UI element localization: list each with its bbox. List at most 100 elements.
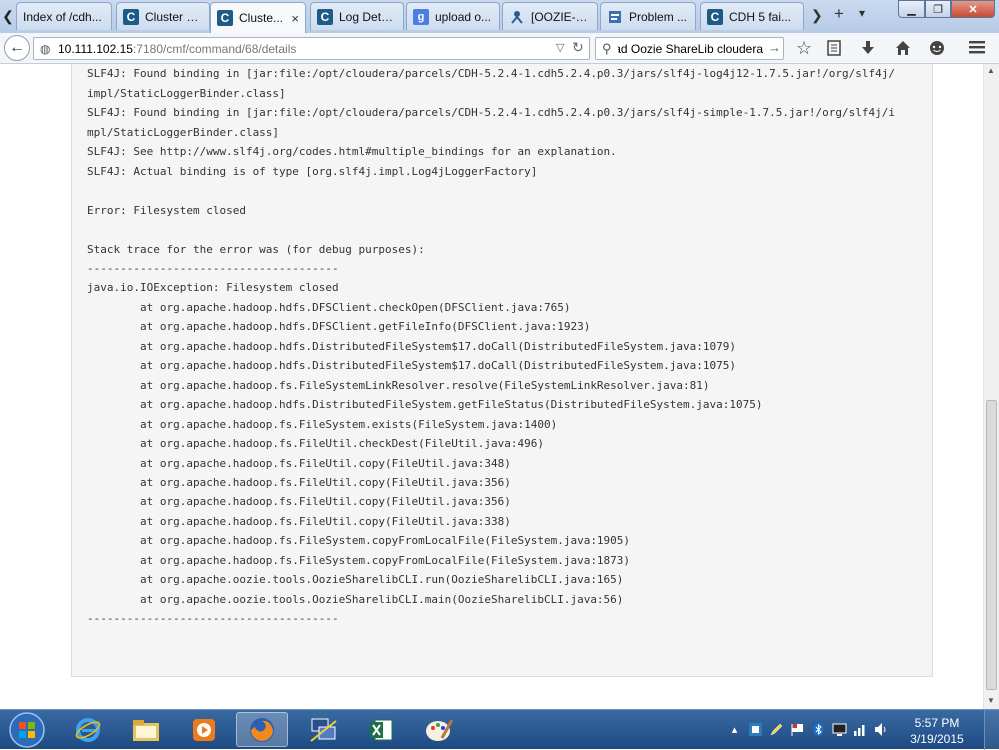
scroll-up-icon[interactable]: ▲	[987, 66, 995, 75]
close-window-button[interactable]: ✕	[951, 0, 995, 18]
start-button[interactable]	[3, 711, 51, 749]
taskbar-internet-explorer[interactable]	[62, 712, 114, 747]
url-path: :7180/cmf/command/68/details	[132, 42, 297, 56]
paint-icon	[426, 718, 454, 741]
log-line: at org.apache.hadoop.fs.FileUtil.copy(Fi…	[87, 514, 511, 528]
log-line: impl/StaticLoggerBinder.class]	[87, 86, 286, 100]
tab-list-icon[interactable]: ▾	[859, 6, 865, 20]
log-line: SLF4J: Actual binding is of type [org.sl…	[87, 164, 538, 178]
search-input[interactable]: Upload Oozie ShareLib cloudera	[618, 42, 763, 56]
network-icon	[310, 718, 337, 742]
flag-icon[interactable]	[790, 722, 805, 737]
file-explorer-icon	[133, 719, 159, 741]
tab-title: Cluster S...	[145, 9, 203, 24]
tab-title: Log Detai...	[339, 9, 397, 24]
home-icon[interactable]	[895, 40, 911, 61]
taskbar-media-player[interactable]	[178, 712, 230, 747]
url-text[interactable]: 10.111.102.15:7180/cmf/command/68/detail…	[58, 42, 296, 56]
minimize-button[interactable]: ▁	[898, 0, 925, 18]
cloudera-icon: C	[217, 10, 233, 26]
url-bar[interactable]: ◍ 10.111.102.15:7180/cmf/command/68/deta…	[33, 37, 590, 60]
tab-2-active[interactable]: C Cluste... ×	[210, 2, 306, 33]
menu-icon[interactable]	[969, 40, 985, 59]
close-icon[interactable]: ×	[291, 11, 299, 26]
log-line: at org.apache.hadoop.hdfs.DFSClient.chec…	[87, 300, 571, 314]
cloudera-icon: C	[123, 8, 139, 25]
tab-5[interactable]: [OOZIE-1...	[502, 2, 598, 30]
log-line: Error: Filesystem closed	[87, 203, 246, 217]
tab-scroll-left-icon[interactable]: ❮	[0, 3, 16, 29]
log-line: mpl/StaticLoggerBinder.class]	[87, 125, 280, 139]
globe-icon: ◍	[40, 42, 51, 56]
forum-icon	[607, 9, 623, 25]
show-desktop-button[interactable]	[984, 710, 999, 750]
taskbar-paint[interactable]	[413, 712, 465, 747]
bookmarks-list-icon[interactable]	[827, 40, 841, 61]
log-line: java.io.IOException: Filesystem closed	[87, 281, 339, 295]
search-bar[interactable]: ⚲ Upload Oozie ShareLib cloudera →	[595, 37, 784, 60]
maximize-button[interactable]: ❐	[925, 0, 951, 18]
internet-explorer-icon	[75, 717, 101, 742]
log-line: --------------------------------------	[87, 612, 339, 626]
tab-0[interactable]: Index of /cdh...	[16, 2, 112, 30]
navigation-bar: ← ◍ 10.111.102.15:7180/cmf/command/68/de…	[0, 33, 999, 64]
taskbar-excel[interactable]	[355, 712, 407, 747]
log-line: at org.apache.hadoop.fs.FileUtil.checkDe…	[87, 437, 544, 451]
chevron-up-icon[interactable]: ▴	[727, 722, 742, 737]
reload-icon[interactable]: ↻	[572, 39, 584, 56]
tab-title: CDH 5 fai...	[729, 9, 792, 24]
vertical-scrollbar[interactable]: ▲ ▼	[983, 64, 999, 709]
back-button[interactable]: ←	[4, 35, 30, 61]
tab-title: upload o...	[435, 9, 492, 24]
log-line: at org.apache.hadoop.fs.FileSystemLinkRe…	[87, 378, 710, 392]
command-details-panel: SLF4J: Class path contains multiple SLF4…	[71, 64, 933, 677]
taskbar-network[interactable]	[297, 712, 349, 747]
log-line: at org.apache.hadoop.fs.FileSystem.copyF…	[87, 534, 631, 548]
log-output: SLF4J: Class path contains multiple SLF4…	[85, 64, 919, 665]
tab-title: Problem ...	[629, 9, 688, 24]
jira-icon	[509, 9, 525, 25]
scroll-thumb[interactable]	[986, 400, 997, 690]
log-line: at org.apache.oozie.tools.OozieSharelibC…	[87, 592, 624, 606]
log-line: at org.apache.oozie.tools.OozieSharelibC…	[87, 573, 624, 587]
new-tab-button[interactable]: +	[834, 4, 844, 24]
tab-scroll-right-icon[interactable]: ❯	[811, 7, 823, 24]
cloudera-icon: C	[707, 8, 723, 25]
tab-7[interactable]: C CDH 5 fai...	[700, 2, 804, 30]
speaker-icon[interactable]	[874, 722, 889, 737]
firefox-icon	[250, 717, 274, 742]
chat-icon[interactable]	[929, 40, 945, 61]
tab-4[interactable]: g upload o...	[406, 2, 500, 30]
tab-3[interactable]: C Log Detai...	[310, 2, 404, 30]
log-line: at org.apache.hadoop.fs.FileUtil.copy(Fi…	[87, 475, 511, 489]
display-icon[interactable]	[832, 722, 847, 737]
dropdown-icon[interactable]: ▽	[556, 41, 564, 54]
windows-taskbar: ▴ 5:57 PM 3/19/2015	[0, 709, 999, 750]
log-line: at org.apache.hadoop.hdfs.DFSClient.getF…	[87, 320, 591, 334]
log-line: at org.apache.hadoop.fs.FileUtil.copy(Fi…	[87, 495, 511, 509]
taskbar-file-explorer[interactable]	[120, 712, 172, 747]
log-line: Stack trace for the error was (for debug…	[87, 242, 425, 256]
clock-date[interactable]: 3/19/2015	[907, 732, 967, 746]
bluetooth-icon[interactable]	[811, 722, 826, 737]
tab-title: [OOZIE-1...	[531, 9, 591, 24]
pen-icon[interactable]	[769, 722, 784, 737]
clock-time[interactable]: 5:57 PM	[907, 716, 967, 730]
download-icon[interactable]	[861, 40, 875, 61]
tab-1[interactable]: C Cluster S...	[116, 2, 210, 30]
log-text: SLF4J: Class path contains multiple SLF4…	[87, 64, 895, 629]
arrow-right-icon[interactable]: →	[768, 40, 781, 55]
cloudera-tray-icon[interactable]	[748, 722, 763, 737]
log-line: at org.apache.hadoop.hdfs.DistributedFil…	[87, 398, 763, 412]
tab-strip: ❮ Index of /cdh... C Cluster S... C Clus…	[0, 0, 999, 33]
log-line: at org.apache.hadoop.fs.FileSystem.exist…	[87, 417, 558, 431]
tab-title: Cluste...	[239, 11, 284, 25]
taskbar-firefox[interactable]	[236, 712, 288, 747]
google-icon: g	[413, 8, 429, 25]
network-tray-icon[interactable]	[853, 722, 868, 737]
bookmark-star-icon[interactable]: ☆	[796, 38, 812, 59]
log-line: SLF4J: Found binding in [jar:file:/opt/c…	[87, 106, 895, 120]
page-content: SLF4J: Class path contains multiple SLF4…	[0, 64, 983, 709]
scroll-down-icon[interactable]: ▼	[987, 696, 995, 705]
tab-6[interactable]: Problem ...	[600, 2, 696, 30]
